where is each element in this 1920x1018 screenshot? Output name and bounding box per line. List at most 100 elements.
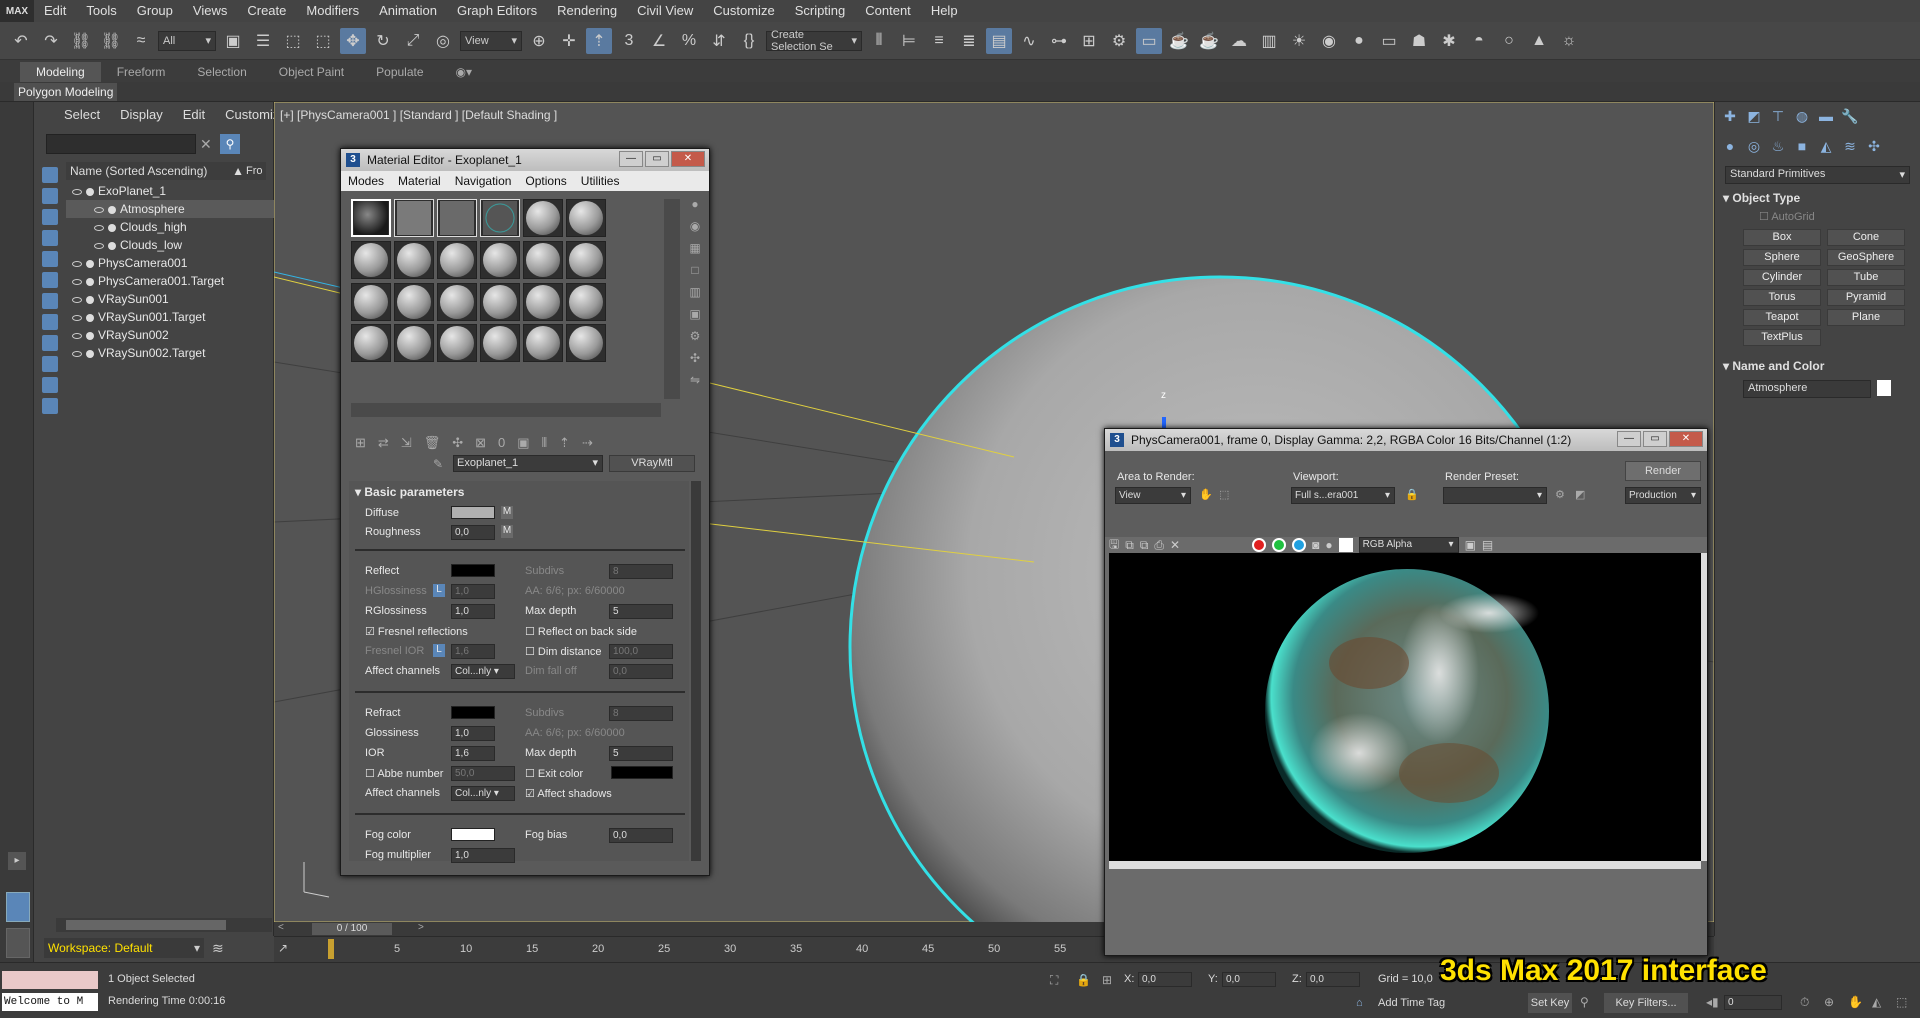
glossiness-spinner[interactable]: 1,0 [451,726,495,741]
material-map-navigator-icon[interactable]: ⇋ [690,373,700,387]
material-editor-titlebar[interactable]: 3 Material Editor - Exoplanet_1 — ▭ ✕ [341,149,709,171]
material-menu-navigation[interactable]: Navigation [448,174,519,188]
sample-slot[interactable] [480,282,520,321]
maximize-viewport-icon[interactable]: ⬚ [1896,995,1907,1009]
background-icon[interactable]: ▦ [689,241,700,255]
refract-maxdepth-spinner[interactable]: 5 [609,746,673,761]
visibility-eye-icon[interactable] [94,224,104,231]
assign-to-selection-icon[interactable]: ⇲ [401,435,412,451]
primitive-category-dropdown[interactable]: Standard Primitives ▾ [1725,166,1910,184]
display-containers-icon[interactable] [42,356,58,372]
sample-slot[interactable] [351,240,391,279]
sample-slot[interactable] [351,324,391,363]
display-spacewarps-icon[interactable] [42,272,58,288]
reflect-back-checkbox[interactable]: ☐ Reflect on back side [525,625,637,638]
explorer-menu-edit[interactable]: Edit [173,107,215,122]
diffuse-color-swatch[interactable] [451,506,495,519]
display-geometry-icon[interactable] [42,167,58,183]
explorer-menu-select[interactable]: Select [54,107,110,122]
tab-modeling[interactable]: Modeling [20,62,101,82]
display-lights-icon[interactable] [42,209,58,225]
put-to-library-icon[interactable]: ⊠ [475,435,486,451]
minimize-button[interactable]: — [619,151,643,167]
clear-search-icon[interactable]: ✕ [200,136,212,153]
sample-slot[interactable] [480,240,520,279]
layout-quad-icon[interactable] [6,928,30,958]
fog-bias-spinner[interactable]: 0,0 [609,828,673,843]
menu-modifiers[interactable]: Modifiers [296,0,369,22]
sample-slot[interactable] [351,199,391,237]
motion-tab-icon[interactable]: ◍ [1793,108,1811,126]
scene-explorer-toggle-icon[interactable]: ≡ [926,28,952,54]
basic-parameters-rollout[interactable]: ▾ Basic parameters [355,485,464,499]
display-shapes-icon[interactable] [42,188,58,204]
percent-snap-icon[interactable]: % [676,28,702,54]
menu-edit[interactable]: Edit [34,0,76,22]
ribbon-toggle-icon[interactable]: ▤ [986,27,1012,54]
render-production-icon[interactable]: ☕ [1166,28,1192,54]
sample-slot[interactable] [523,199,563,237]
close-button[interactable]: ✕ [1669,431,1703,447]
tree-item[interactable]: PhysCamera001 [66,254,276,272]
refract-subdivs-spinner[interactable]: 8 [609,706,673,721]
create-pyramid-button[interactable]: Pyramid [1827,289,1905,306]
render-iterative-icon[interactable]: ☕ [1196,28,1222,54]
menu-animation[interactable]: Animation [369,0,447,22]
blue-channel-toggle[interactable] [1292,538,1307,552]
sample-slot[interactable] [437,199,477,237]
z-coord-field[interactable]: 0,0 [1306,972,1360,987]
link-icon[interactable]: ⛓ [68,28,94,54]
dim-distance-spinner[interactable]: 100,0 [609,644,673,659]
selection-filter-dropdown[interactable]: All ▾ [158,30,216,51]
visibility-eye-icon[interactable] [72,260,82,267]
lights-icon[interactable]: ♨ [1769,138,1787,156]
render-frame-titlebar[interactable]: 3 PhysCamera001, frame 0, Display Gamma:… [1105,429,1707,451]
copy-image-icon[interactable]: ⧉ [1125,538,1134,553]
create-plane-button[interactable]: Plane [1827,309,1905,326]
display-groups-icon[interactable] [42,293,58,309]
polygon-modeling-panel[interactable]: Polygon Modeling [14,83,118,101]
move-icon[interactable]: ✥ [340,27,366,54]
create-tab-icon[interactable]: ✚ [1721,108,1739,126]
select-manipulate-icon[interactable]: ✛ [556,28,582,54]
reflect-maxdepth-spinner[interactable]: 5 [609,604,673,619]
time-next-icon[interactable]: > [418,922,424,933]
tree-item[interactable]: Clouds_high [66,218,276,236]
material-menu-options[interactable]: Options [518,174,573,188]
slots-vertical-scrollbar[interactable] [664,199,680,399]
align-icon[interactable]: ⊨ [896,28,922,54]
tree-item[interactable]: ExoPlanet_1 [66,182,276,200]
visibility-eye-icon[interactable] [72,278,82,285]
redo-icon[interactable]: ↷ [38,28,64,54]
tab-selection[interactable]: Selection [181,62,262,82]
display-tab-icon[interactable]: ▬ [1817,108,1835,126]
autogrid-checkbox[interactable]: ☐ AutoGrid [1759,210,1920,223]
red-channel-toggle[interactable] [1252,538,1267,552]
get-material-icon[interactable]: ⊞ [355,435,366,451]
menu-graph-editors[interactable]: Graph Editors [447,0,547,22]
diffuse-map-button[interactable]: M [501,506,513,519]
angle-snap-icon[interactable]: ∠ [646,28,672,54]
sample-slot[interactable] [523,324,563,363]
sample-type-icon[interactable]: ● [691,197,698,211]
make-unique-icon[interactable]: ✣ [452,435,463,451]
shapes-icon[interactable]: ◎ [1745,138,1763,156]
print-image-icon[interactable]: ⎙ [1154,538,1164,553]
key-filters-button[interactable]: Key Filters... [1604,993,1688,1013]
visibility-eye-icon[interactable] [72,350,82,357]
scene-search-input[interactable] [46,134,196,154]
slots-horizontal-scrollbar[interactable] [351,403,661,417]
render-setup-icon[interactable]: ⚙ [1106,28,1132,54]
roughness-map-button[interactable]: M [501,525,513,538]
make-preview-icon[interactable]: ▣ [689,307,700,321]
render-horizontal-scrollbar[interactable] [1109,861,1701,869]
show-shaded-icon[interactable]: ▣ [517,435,529,451]
material-menu-material[interactable]: Material [391,174,448,188]
menu-scripting[interactable]: Scripting [785,0,856,22]
fog-color-swatch[interactable] [451,828,495,841]
vray-fur-icon[interactable]: ✱ [1436,28,1462,54]
display-cameras-icon[interactable] [42,230,58,246]
object-color-swatch[interactable] [1877,379,1891,396]
ior-spinner[interactable]: 1,6 [451,746,495,761]
current-frame-field[interactable]: 0 [1724,995,1782,1010]
